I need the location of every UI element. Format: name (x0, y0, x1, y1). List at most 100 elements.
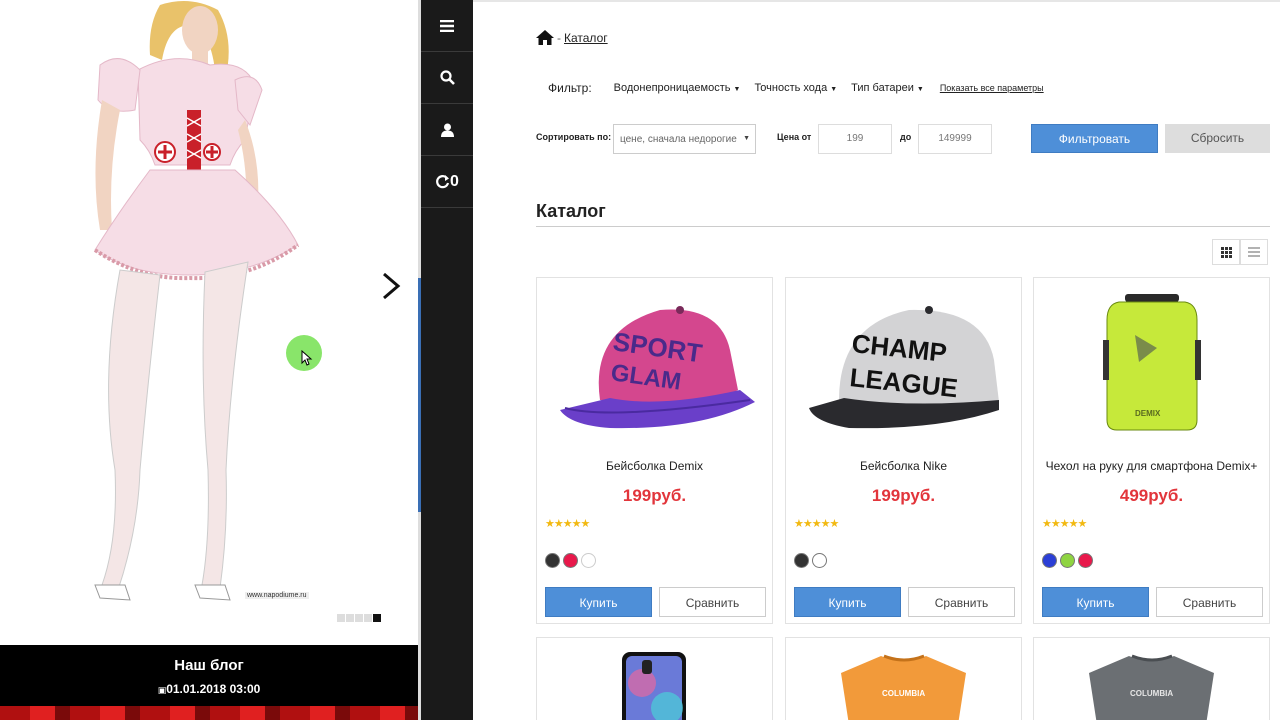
color-swatch[interactable] (1060, 553, 1075, 568)
grid-view-button[interactable] (1212, 239, 1240, 265)
slider-dot[interactable] (364, 614, 372, 622)
caret-down-icon: ▼ (743, 135, 750, 142)
color-swatches (1042, 553, 1093, 568)
color-swatch[interactable] (1078, 553, 1093, 568)
cursor-icon (301, 350, 313, 366)
product-price: 499руб. (1119, 486, 1184, 505)
filter-accuracy[interactable]: Точность хода ▼ (754, 82, 837, 94)
svg-text:COLUMBIA: COLUMBIA (1130, 689, 1173, 698)
catalog-divider (536, 226, 1270, 227)
user-icon (440, 123, 454, 137)
slider-dot[interactable] (355, 614, 363, 622)
blog-block: Наш блог ▣01.01.2018 03:00 (0, 645, 418, 720)
product-name[interactable]: Чехол на руку для смартфона Demix+ (1034, 459, 1269, 473)
product-image[interactable]: DEMIX (1047, 290, 1257, 445)
blog-date-text: 01.01.2018 03:00 (166, 682, 261, 696)
catalog-title: Каталог (536, 201, 606, 221)
slider-dot[interactable] (337, 614, 345, 622)
rating-stars-icon: ★★★★★ (545, 518, 590, 530)
svg-text:DEMIX: DEMIX (1135, 409, 1161, 418)
filter-item-label: Точность хода (754, 82, 828, 94)
reset-button[interactable]: Сбросить (1165, 124, 1270, 153)
product-image[interactable] (537, 638, 773, 720)
calendar-icon: ▣ (157, 685, 167, 695)
product-card[interactable]: DEMIX Чехол на руку для смартфона Demix+… (1033, 277, 1270, 624)
product-card[interactable]: CHAMP LEAGUE Бейсболка Nike 199руб. ★★★★… (785, 277, 1022, 624)
refresh-icon (436, 175, 450, 189)
buy-button[interactable]: Купить (545, 587, 652, 617)
color-swatches (545, 553, 596, 568)
compare-product-button[interactable]: Сравнить (1156, 587, 1263, 617)
list-view-button[interactable] (1240, 239, 1268, 265)
blog-image[interactable] (0, 706, 418, 720)
show-all-params-link[interactable]: Показать все параметры (940, 83, 1044, 93)
price-from-input[interactable]: 199 (818, 124, 892, 154)
color-swatch[interactable] (563, 553, 578, 568)
view-toggle (1212, 239, 1268, 265)
home-icon[interactable] (536, 30, 554, 45)
compare-count: 0 (450, 172, 459, 190)
product-image[interactable]: CHAMP LEAGUE (799, 290, 1009, 445)
color-swatches (794, 553, 827, 568)
product-name[interactable]: Бейсболка Nike (786, 459, 1021, 473)
product-card[interactable]: SPORT GLAM Бейсболка Demix 199руб. ★★★★★… (536, 277, 773, 624)
menu-button[interactable] (421, 0, 473, 52)
color-swatch[interactable] (812, 553, 827, 568)
compare-button[interactable]: 0 (421, 156, 473, 208)
search-icon (439, 70, 455, 85)
product-card[interactable]: COLUMBIA (1033, 637, 1270, 720)
product-image[interactable]: SPORT GLAM (550, 290, 760, 445)
sort-value: цене, сначала недорогие (620, 134, 737, 145)
compare-product-button[interactable]: Сравнить (659, 587, 766, 617)
promo-slider: www.napodiume.ru Наш блог ▣01.01.2018 03… (0, 0, 418, 720)
product-card[interactable]: COLUMBIA (785, 637, 1022, 720)
color-swatch[interactable] (1042, 553, 1057, 568)
model-photo (93, 1, 300, 601)
blog-date: ▣01.01.2018 03:00 (0, 682, 418, 696)
product-image[interactable]: COLUMBIA (1034, 638, 1270, 720)
top-divider (473, 0, 1280, 2)
filter-button[interactable]: Фильтровать (1031, 124, 1158, 153)
price-to-label: до (900, 132, 912, 142)
slider-dots (337, 614, 381, 622)
blog-title[interactable]: Наш блог (0, 657, 418, 674)
rating-stars-icon: ★★★★★ (794, 518, 839, 530)
slider-next-icon[interactable] (372, 266, 408, 306)
filter-waterproof[interactable]: Водонепроницаемость ▼ (614, 82, 741, 94)
compare-product-button[interactable]: Сравнить (908, 587, 1015, 617)
side-toolbar: 0 (421, 0, 473, 720)
color-swatch[interactable] (794, 553, 809, 568)
slider-dot-active[interactable] (373, 614, 381, 622)
filter-item-label: Тип батареи (851, 82, 914, 94)
list-icon (1248, 247, 1260, 257)
filter-battery[interactable]: Тип батареи ▼ (851, 82, 924, 94)
caret-down-icon: ▼ (830, 86, 838, 93)
price-from-label: Цена от (777, 132, 812, 142)
filter-item-label: Водонепроницаемость (613, 82, 731, 94)
svg-text:COLUMBIA: COLUMBIA (882, 689, 925, 698)
account-button[interactable] (421, 104, 473, 156)
product-image[interactable]: COLUMBIA (786, 638, 1022, 720)
grid-icon (1220, 246, 1232, 258)
breadcrumb-link-catalog[interactable]: Каталог (564, 31, 608, 45)
product-price: 199руб. (871, 486, 936, 505)
buy-button[interactable]: Купить (1042, 587, 1149, 617)
breadcrumb: - Каталог (536, 30, 608, 45)
search-button[interactable] (421, 52, 473, 104)
caret-down-icon: ▼ (916, 86, 924, 93)
color-swatch[interactable] (545, 553, 560, 568)
catalog-main: - Каталог Фильтр: Водонепроницаемость ▼ Т… (473, 0, 1280, 720)
price-to-input[interactable]: 149999 (918, 124, 992, 154)
filter-bar: Фильтр: Водонепроницаемость ▼ Точность хо… (548, 81, 1044, 95)
breadcrumb-separator: - (557, 30, 561, 45)
sort-label: Сортировать по: (536, 132, 612, 142)
watermark: www.napodiume.ru (245, 592, 309, 599)
sort-select[interactable]: цене, сначала недорогие ▼ (613, 124, 756, 154)
product-name[interactable]: Бейсболка Demix (537, 459, 772, 473)
rating-stars-icon: ★★★★★ (1042, 518, 1087, 530)
product-card[interactable] (536, 637, 773, 720)
color-swatch[interactable] (581, 553, 596, 568)
filter-label: Фильтр: (548, 81, 592, 95)
slider-dot[interactable] (346, 614, 354, 622)
buy-button[interactable]: Купить (794, 587, 901, 617)
